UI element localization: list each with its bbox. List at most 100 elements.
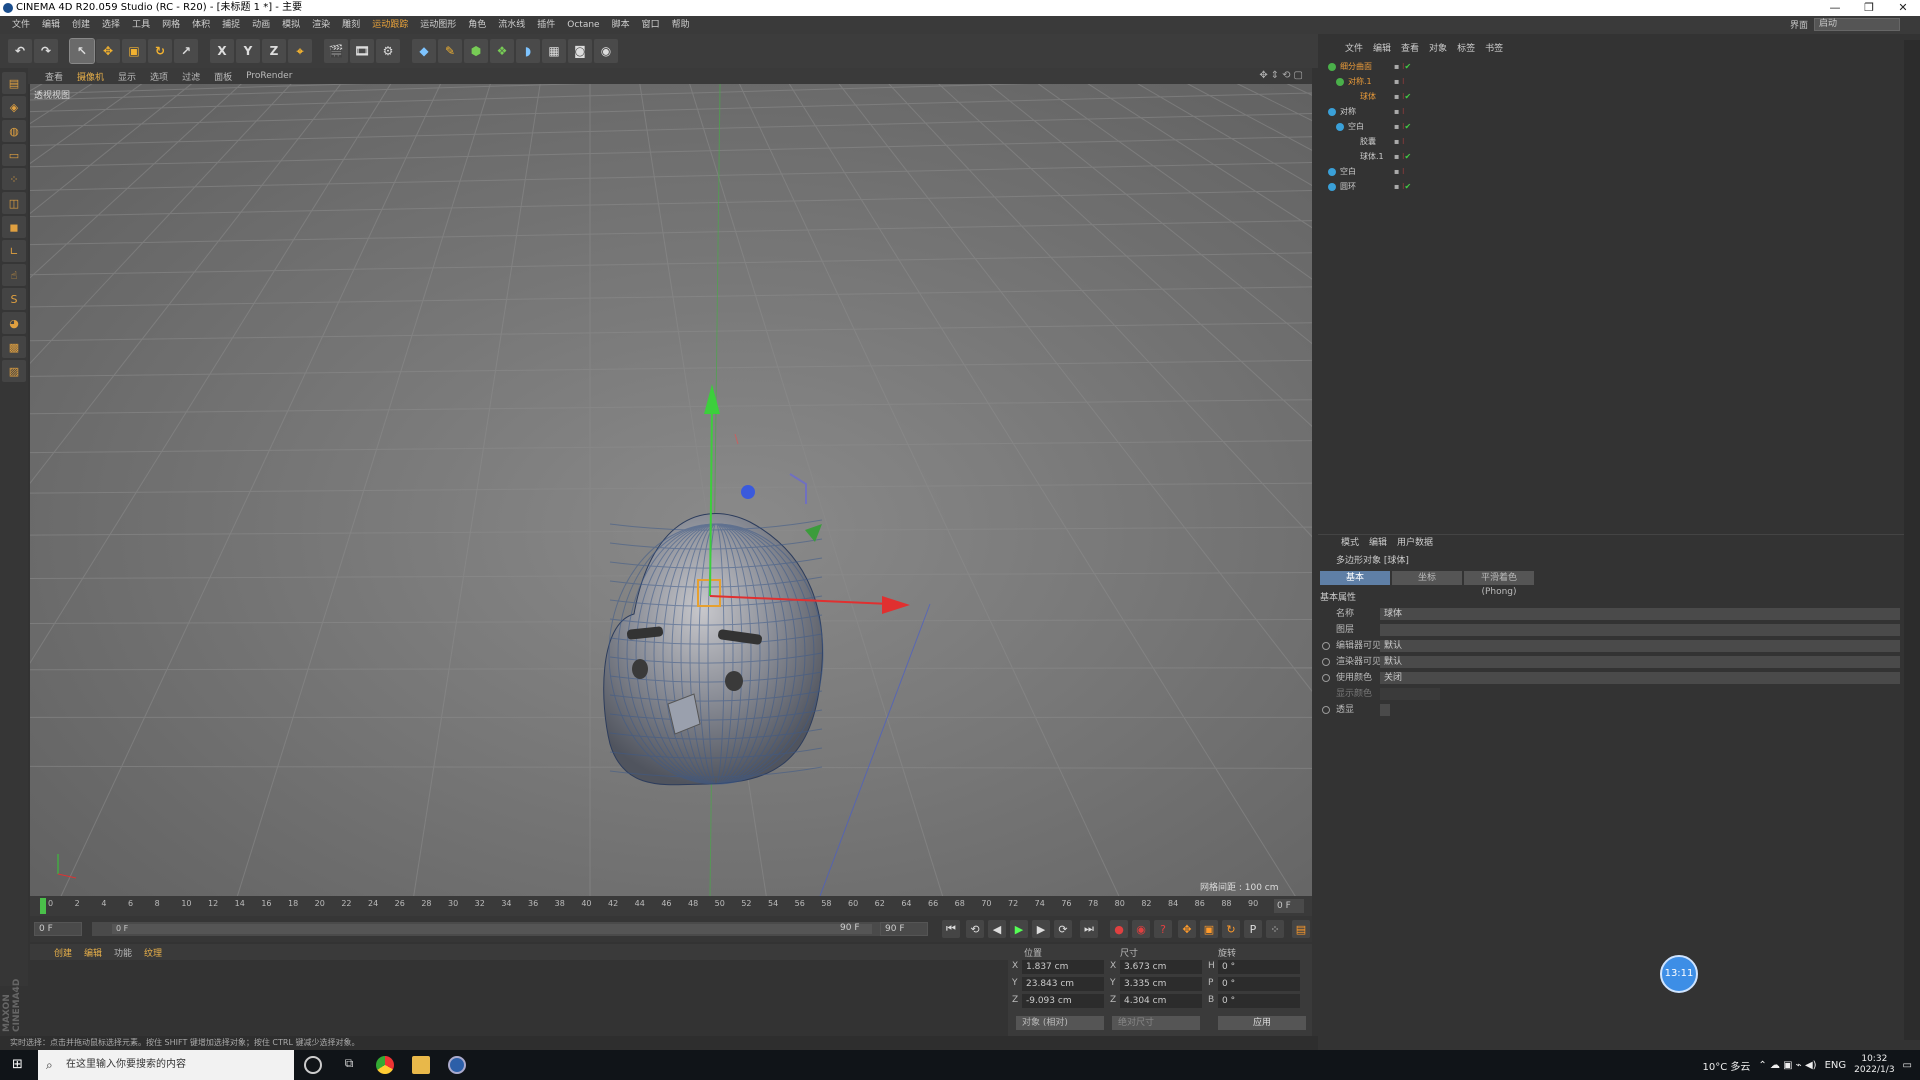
material-menu-edit[interactable]: 编辑	[78, 946, 108, 959]
cinema4d-taskbar-icon[interactable]	[448, 1056, 466, 1074]
object-menu-edit[interactable]: 编辑	[1368, 41, 1396, 54]
timeline-ruler[interactable]: 0 2 4 6 8 10 12 14 16 18 20 22 24 26 28 30 32 34 36 38 40 42 4…	[30, 896, 1312, 916]
model-mode-icon[interactable]: ◈	[2, 96, 26, 118]
edges-mode-icon[interactable]: ◫	[2, 192, 26, 214]
file-explorer-icon[interactable]	[412, 1056, 430, 1074]
keyframe-selection-icon[interactable]: ?	[1154, 920, 1172, 938]
attr-menu-mode[interactable]: 模式	[1336, 535, 1364, 548]
menu-create[interactable]: 创建	[66, 16, 96, 34]
right-tab-strip[interactable]	[1904, 40, 1920, 1040]
key-position-icon[interactable]: ✥	[1178, 920, 1196, 938]
attr-layer-field[interactable]	[1380, 624, 1900, 636]
menu-edit[interactable]: 编辑	[36, 16, 66, 34]
visibility-toggle-icon[interactable]: ▪ ⁝✔	[1394, 120, 1411, 134]
redo-icon[interactable]: ↷	[34, 39, 58, 63]
size-x-field[interactable]: 3.673 cm	[1120, 960, 1202, 974]
go-to-start-icon[interactable]: ⏮	[942, 920, 960, 938]
visibility-toggle-icon[interactable]: ▪ ⁝✔	[1394, 90, 1411, 104]
attr-xray-checkbox[interactable]	[1380, 704, 1390, 716]
rot-b-field[interactable]: 0 °	[1218, 994, 1300, 1008]
lock-workplane-icon[interactable]: ▩	[2, 336, 26, 358]
timeline-window-icon[interactable]: ▤	[1292, 920, 1310, 938]
attr-name-field[interactable]: 球体	[1380, 608, 1900, 620]
menu-snap[interactable]: 捕捉	[216, 16, 246, 34]
key-scale-icon[interactable]: ▣	[1200, 920, 1218, 938]
material-menu-create[interactable]: 创建	[48, 946, 78, 959]
next-keyframe-icon[interactable]: ⟳	[1054, 920, 1072, 938]
perspective-viewport[interactable]	[30, 84, 1312, 896]
frame-range-slider[interactable]: 0 F	[92, 922, 900, 936]
y-axis-lock-icon[interactable]: Y	[236, 39, 260, 63]
viewport-menu-options[interactable]: 选项	[143, 70, 175, 83]
previous-frame-icon[interactable]: ◀	[988, 920, 1006, 938]
recent-tool-icon[interactable]: ↗	[174, 39, 198, 63]
autokey-icon[interactable]: ◉	[1132, 920, 1150, 938]
coordinate-system-icon[interactable]: ⌖	[288, 39, 312, 63]
object-menu-objects[interactable]: 对象	[1424, 41, 1452, 54]
rot-p-field[interactable]: 0 °	[1218, 977, 1300, 991]
x-axis-lock-icon[interactable]: X	[210, 39, 234, 63]
menu-sculpt[interactable]: 雕刻	[336, 16, 366, 34]
cube-icon[interactable]: ◆	[412, 39, 436, 63]
menu-octane[interactable]: Octane	[561, 16, 605, 34]
rot-h-field[interactable]: 0 °	[1218, 960, 1300, 974]
render-view-icon[interactable]: 🎬	[324, 39, 348, 63]
tab-coordinates[interactable]: 坐标	[1392, 571, 1462, 585]
menu-mesh[interactable]: 网格	[156, 16, 186, 34]
pos-y-field[interactable]: 23.843 cm	[1022, 977, 1104, 991]
attr-display-color-swatch[interactable]	[1380, 688, 1440, 700]
object-row[interactable]: 对称 ▪ ⁝	[1318, 105, 1898, 119]
menu-script[interactable]: 脚本	[606, 16, 636, 34]
visibility-toggle-icon[interactable]: ▪ ⁝✔	[1394, 180, 1411, 194]
size-mode-dropdown[interactable]: 绝对尺寸	[1112, 1016, 1200, 1030]
viewport-menu-view[interactable]: 查看	[38, 70, 70, 83]
menu-file[interactable]: 文件	[6, 16, 36, 34]
menu-motion-tracking[interactable]: 运动跟踪	[366, 16, 414, 34]
notification-icon[interactable]: ▭	[1903, 1060, 1912, 1071]
recording-timer-badge[interactable]: 13:11	[1660, 955, 1698, 993]
menu-tools[interactable]: 工具	[126, 16, 156, 34]
object-menu-bookmarks[interactable]: 书签	[1480, 41, 1508, 54]
camera-icon[interactable]: ◙	[568, 39, 592, 63]
material-menu-texture[interactable]: 纹理	[138, 946, 168, 959]
object-menu-file[interactable]: 文件	[1340, 41, 1368, 54]
visibility-toggle-icon[interactable]: ▪ ⁝✔	[1394, 150, 1411, 164]
polygons-mode-icon[interactable]: ◼	[2, 216, 26, 238]
max-frame-field[interactable]: 90 F	[880, 922, 928, 936]
animate-toggle-icon[interactable]	[1322, 642, 1330, 650]
object-row[interactable]: 对称.1 ▪ ⁝	[1318, 75, 1898, 89]
move-icon[interactable]: ✥	[96, 39, 120, 63]
viewport-navigation-icons[interactable]: ✥⇕⟲▢	[1259, 70, 1306, 81]
weather-readout[interactable]: 10°C 多云	[1703, 1058, 1751, 1073]
menu-animate[interactable]: 动画	[246, 16, 276, 34]
render-picture-viewer-icon[interactable]: 🎞	[350, 39, 374, 63]
timeline-playhead[interactable]	[40, 898, 46, 914]
object-row[interactable]: 球体.1 ▪ ⁝✔	[1318, 150, 1898, 164]
apply-button[interactable]: 应用	[1218, 1016, 1306, 1030]
object-row[interactable]: 细分曲面 ▪ ⁝✔	[1318, 60, 1898, 74]
play-icon[interactable]: ▶	[1010, 920, 1028, 938]
rotate-icon[interactable]: ↻	[148, 39, 172, 63]
input-language[interactable]: ENG	[1825, 1060, 1847, 1071]
mograph-icon[interactable]: ❖	[490, 39, 514, 63]
attr-render-visible-dropdown[interactable]: 默认	[1380, 656, 1900, 668]
tweak-icon[interactable]: ☝	[2, 264, 26, 286]
key-parameter-icon[interactable]: P	[1244, 920, 1262, 938]
material-manager-area[interactable]	[30, 960, 1008, 1036]
size-y-field[interactable]: 3.335 cm	[1120, 977, 1202, 991]
scale-icon[interactable]: ▣	[122, 39, 146, 63]
visibility-toggle-icon[interactable]: ▪ ⁝✔	[1394, 60, 1411, 74]
visibility-toggle-icon[interactable]: ▪ ⁝	[1394, 135, 1405, 149]
menu-render[interactable]: 渲染	[306, 16, 336, 34]
object-row[interactable]: 胶囊 ▪ ⁝	[1318, 135, 1898, 149]
light-icon[interactable]: ◉	[594, 39, 618, 63]
menu-plugins[interactable]: 插件	[531, 16, 561, 34]
task-view-icon[interactable]: ⧉	[340, 1056, 358, 1074]
chrome-icon[interactable]	[376, 1056, 394, 1074]
pos-z-field[interactable]: -9.093 cm	[1022, 994, 1104, 1008]
live-selection-icon[interactable]: ↖	[69, 38, 95, 64]
object-menu-view[interactable]: 查看	[1396, 41, 1424, 54]
size-z-field[interactable]: 4.304 cm	[1120, 994, 1202, 1008]
key-pla-icon[interactable]: ⁘	[1266, 920, 1284, 938]
layout-dropdown[interactable]: 启动	[1814, 18, 1900, 31]
